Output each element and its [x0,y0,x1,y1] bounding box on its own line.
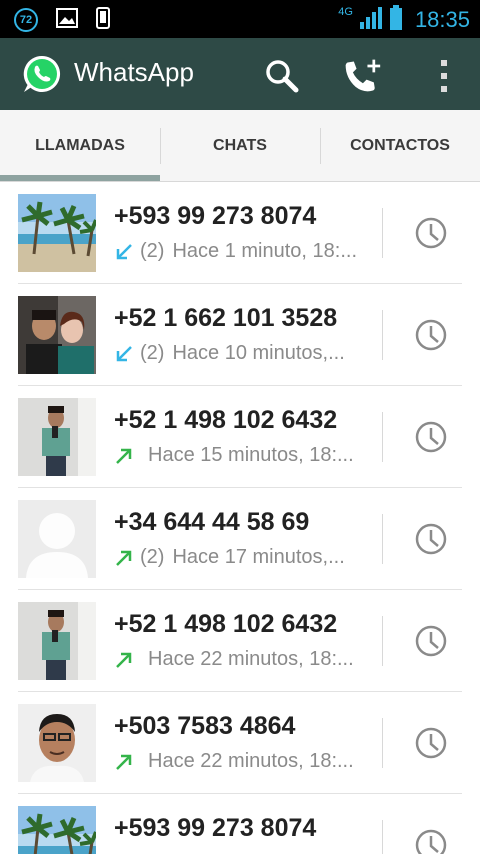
call-meta: (2) Hace 10 minutos,... [114,342,370,365]
app-bar: WhatsApp [0,38,480,110]
row-divider [382,718,383,768]
call-time: Hace 22 minutos, 18:... [148,648,354,670]
clock-icon[interactable] [406,616,456,666]
network-type-label: 4G [338,6,353,18]
call-row[interactable]: +593 99 273 8074 (2) Hace 1 minuto, 18:.… [0,182,480,284]
tab-contactos[interactable]: CONTACTOS [320,110,480,182]
call-number: +593 99 273 8074 [114,814,317,842]
call-count: (2) [140,342,165,364]
status-bar: 72 4G 18:35 [0,0,480,38]
call-count: (2) [140,240,165,262]
row-divider [382,412,383,462]
call-meta: (2) Hace 17 minutos,... [114,546,370,569]
tab-bar: LLAMADAS CHATS CONTACTOS [0,110,480,182]
row-divider [382,514,383,564]
incoming-call-arrow-icon [114,344,140,364]
call-number: +52 1 662 101 3528 [114,304,338,332]
row-divider [382,310,383,360]
clock-icon[interactable] [406,310,456,360]
notification-badge-icon: 72 [14,8,38,32]
call-time: Hace 1 minuto, 18:... [172,240,357,262]
call-time: Hace 10 minutos,... [172,342,345,364]
call-row[interactable]: +52 1 498 102 6432 Hace 22 minutos, 18:.… [0,590,480,692]
new-call-icon[interactable] [342,56,382,96]
call-number: +34 644 44 58 69 [114,508,310,536]
call-meta: Hace 15 minutos, 18:... [114,444,370,467]
app-title: WhatsApp [74,57,194,87]
avatar[interactable] [18,500,96,578]
outgoing-call-arrow-icon [114,752,140,772]
call-row[interactable]: +52 1 498 102 6432 Hace 15 minutos, 18:.… [0,386,480,488]
call-meta: (2) Hace 1 minuto, 18:... [114,240,370,263]
clock-icon[interactable] [406,718,456,768]
call-number: +52 1 498 102 6432 [114,406,338,434]
avatar[interactable] [18,296,96,374]
battery-icon [389,5,403,35]
call-meta: Hace 22 minutos, 18:... [114,750,370,773]
tab-chats[interactable]: CHATS [160,110,320,182]
clock-icon[interactable] [406,820,456,854]
selected-tab-indicator [0,175,160,181]
call-number: +593 99 273 8074 [114,202,317,230]
phone-device-icon [96,7,110,33]
call-time: Hace 22 minutos, 18:... [148,750,354,772]
avatar[interactable] [18,806,96,854]
call-count: (2) [140,546,165,568]
call-meta: Hace 22 minutos, 18:... [114,648,370,671]
call-row[interactable]: +593 99 273 8074 [0,794,480,854]
call-time: Hace 15 minutos, 18:... [148,444,354,466]
avatar[interactable] [18,398,96,476]
row-divider [382,208,383,258]
call-number: +503 7583 4864 [114,712,296,740]
tab-llamadas[interactable]: LLAMADAS [0,110,160,182]
image-icon [56,8,78,32]
avatar[interactable] [18,602,96,680]
call-time: Hace 17 minutos,... [172,546,345,568]
clock-time: 18:35 [414,7,470,32]
clock-icon[interactable] [406,514,456,564]
outgoing-call-arrow-icon [114,548,140,568]
call-row[interactable]: +34 644 44 58 69 (2) Hace 17 minutos,... [0,488,480,590]
search-icon[interactable] [262,56,302,96]
outgoing-call-arrow-icon [114,650,140,670]
avatar[interactable] [18,704,96,782]
incoming-call-arrow-icon [114,242,140,262]
row-divider [382,616,383,666]
avatar[interactable] [18,194,96,272]
signal-icon [359,6,383,34]
call-number: +52 1 498 102 6432 [114,610,338,638]
clock-icon[interactable] [406,208,456,258]
overflow-menu-icon[interactable] [424,56,464,96]
call-row[interactable]: +503 7583 4864 Hace 22 minutos, 18:... [0,692,480,794]
outgoing-call-arrow-icon [114,446,140,466]
clock-icon[interactable] [406,412,456,462]
row-divider [382,820,383,854]
call-row[interactable]: +52 1 662 101 3528 (2) Hace 10 minutos,.… [0,284,480,386]
whatsapp-logo-icon [22,54,62,94]
